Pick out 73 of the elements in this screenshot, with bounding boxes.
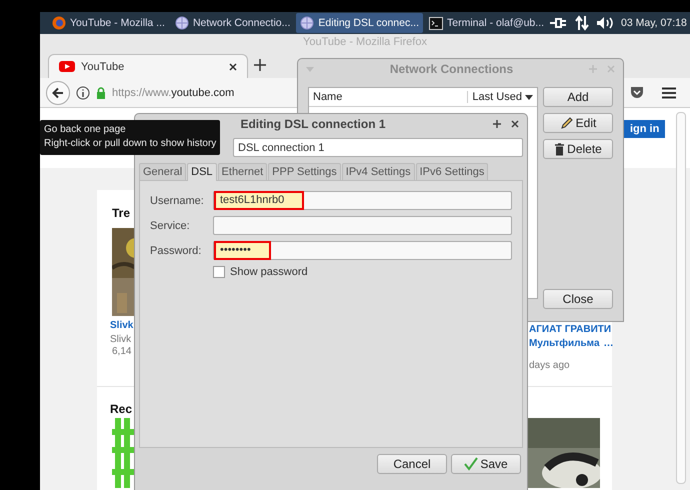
field-label: Username: [150, 194, 205, 206]
arrow-left-icon [52, 86, 64, 98]
window-title: Network Connections [388, 62, 514, 76]
column-header[interactable]: Name [309, 91, 468, 103]
scrollbar[interactable] [676, 112, 686, 484]
delete-button[interactable]: Delete [543, 139, 613, 159]
browser-tab[interactable]: YouTube [48, 54, 248, 78]
section-heading: Tre [112, 206, 130, 220]
settings-tab[interactable]: IPv4 Settings [342, 163, 415, 180]
close-button[interactable]: Close [543, 289, 613, 309]
pencil-icon [560, 116, 574, 130]
more-link[interactable]: … [604, 338, 614, 349]
globe-icon [300, 16, 314, 30]
pin-icon[interactable] [493, 120, 501, 128]
show-password-checkbox[interactable]: Show password [213, 266, 512, 278]
close-icon[interactable] [229, 62, 237, 70]
info-icon[interactable] [76, 86, 90, 100]
checkbox-label: Show password [230, 266, 308, 278]
back-button[interactable] [46, 80, 70, 104]
hash-logo-icon [112, 418, 134, 488]
field-value: •••••••• [214, 241, 271, 260]
trash-icon [554, 142, 566, 156]
network-arrows-icon [575, 15, 590, 31]
video-title[interactable]: АГИАТ ГРАВИТИ [529, 324, 612, 335]
volume-icon [596, 16, 614, 30]
settings-tab[interactable]: DSL [187, 163, 217, 181]
column-header[interactable]: Last Used [468, 91, 537, 103]
taskbar-item[interactable]: Editing DSL connec... [296, 13, 423, 33]
settings-tab[interactable]: General [139, 163, 186, 180]
tab-title: YouTube [81, 60, 124, 72]
new-tab-icon[interactable] [254, 59, 266, 71]
lock-icon [96, 86, 106, 98]
video-subtitle[interactable]: Мультфильма [529, 338, 600, 349]
channel-name[interactable]: Slivk [110, 334, 132, 345]
pocket-icon[interactable] [630, 86, 644, 99]
taskbar-item[interactable]: Network Connectio... [170, 13, 294, 33]
window-title: YouTube - Mozilla Firefox [302, 35, 428, 50]
sign-in-button[interactable]: ign in [624, 120, 666, 138]
edit-button[interactable]: Edit [543, 113, 613, 133]
add-button[interactable]: Add [543, 87, 613, 107]
settings-tab[interactable]: Ethernet [218, 163, 268, 180]
power-plug-icon [550, 17, 568, 29]
tooltip-text: Go back one page [44, 123, 126, 137]
video-age: days ago [529, 360, 570, 371]
section-heading: Rec [110, 402, 132, 416]
connection-name-field[interactable]: DSL connection 1 [233, 138, 523, 157]
save-button[interactable]: Save [451, 454, 521, 474]
view-count: 6,14 [112, 346, 132, 357]
field-label: Service: [150, 220, 191, 232]
taskbar-item[interactable]: Terminal - olaf@ub... [425, 13, 548, 33]
firefox-icon [52, 16, 66, 30]
tooltip-text: Right-click or pull down to show history [44, 137, 216, 151]
checkbox-box[interactable] [213, 266, 225, 278]
window-title: Editing DSL connection 1 [239, 117, 387, 131]
input-field[interactable] [213, 216, 512, 235]
field-label: Password: [150, 244, 202, 256]
url-field[interactable]: https://www.youtube.com [112, 86, 234, 98]
cancel-button[interactable]: Cancel [377, 454, 447, 474]
field-value: test6L1hnrb0 [214, 191, 304, 210]
video-title[interactable]: Slivk [110, 320, 134, 331]
settings-tab[interactable]: IPv6 Settings [416, 163, 488, 180]
terminal-icon [429, 16, 443, 30]
settings-tab[interactable]: PPP Settings [268, 163, 341, 180]
checkmark-icon [464, 457, 478, 471]
taskbar-item[interactable]: YouTube - Mozilla ... [48, 13, 169, 33]
sort-caret-icon [525, 95, 533, 100]
input-field[interactable]: test6L1hnrb0 [213, 191, 512, 210]
clock: 03 May, 07:18 [621, 17, 687, 29]
close-icon[interactable] [511, 120, 519, 128]
input-field[interactable]: •••••••• [213, 241, 512, 260]
globe-icon [174, 16, 189, 30]
play-logo-icon [59, 61, 75, 72]
menu-icon[interactable] [662, 86, 676, 98]
